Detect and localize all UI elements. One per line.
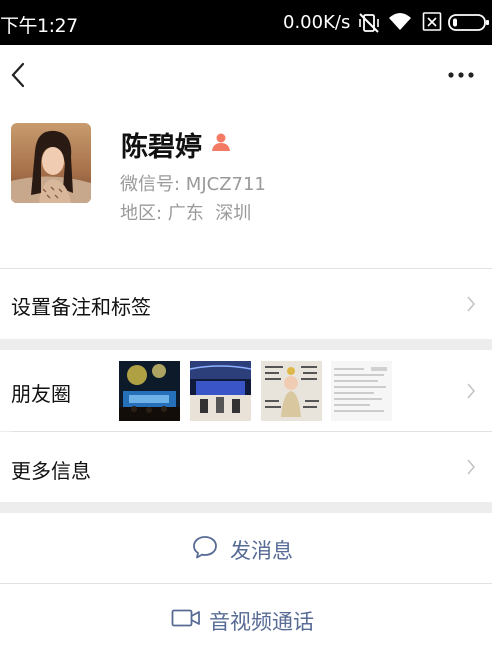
region: 地区: 广东 深圳	[120, 203, 252, 224]
status-time: 下午1:27	[0, 15, 78, 37]
moments-photo-3	[261, 361, 322, 421]
moments-photo-2	[190, 361, 251, 421]
wechat-id: 微信号: MJCZ711	[120, 174, 266, 195]
video-camera-icon	[171, 609, 200, 627]
send-message-label: 发消息	[230, 539, 293, 563]
video-call-label: 音视频通话	[209, 610, 314, 634]
moments-photo-1	[119, 361, 180, 421]
moments-row[interactable]: 朋友圈	[0, 350, 492, 431]
more-dots-icon[interactable]	[446, 63, 476, 87]
wifi-icon	[389, 13, 411, 30]
nav-bar	[0, 45, 492, 105]
profile-card: 陈碧婷 微信号: MJCZ711 地区: 广东 深圳	[0, 105, 492, 268]
sim-disabled-icon	[422, 12, 442, 31]
network-speed: 0.00K/s	[283, 12, 351, 33]
chevron-right-icon	[467, 383, 476, 399]
chevron-right-icon	[467, 459, 476, 475]
chevron-right-icon	[467, 296, 476, 312]
chevron-left-icon[interactable]	[6, 59, 32, 91]
send-message-button[interactable]: 发消息	[0, 513, 492, 583]
moments-label: 朋友圈	[11, 382, 71, 406]
set-remark-tags-row[interactable]: 设置备注和标签	[0, 269, 492, 339]
chat-bubble-icon	[193, 536, 217, 559]
more-info-row[interactable]: 更多信息	[0, 432, 492, 502]
more-info-label: 更多信息	[11, 459, 91, 483]
person-icon	[212, 133, 230, 151]
moments-photo-4	[331, 361, 392, 421]
mute-vibrate-icon	[359, 13, 379, 33]
battery-icon	[448, 14, 489, 31]
set-remark-tags-label: 设置备注和标签	[11, 295, 151, 319]
status-bar: 下午1:27 0.00K/s	[0, 0, 492, 45]
avatar[interactable]	[11, 123, 91, 203]
contact-name: 陈碧婷	[121, 132, 202, 163]
video-call-button[interactable]: 音视频通话	[0, 584, 492, 652]
